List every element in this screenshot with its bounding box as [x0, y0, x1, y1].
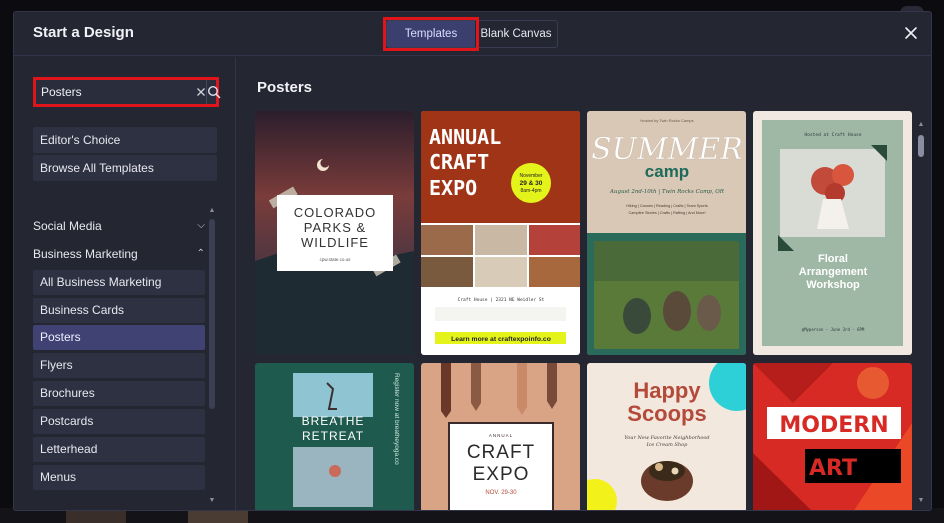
category-business-marketing[interactable]: Business Marketing ⌃ [33, 242, 205, 266]
poster-text: Scoops [627, 401, 706, 426]
poster-text: Arrangement [799, 266, 868, 278]
scroll-down-icon[interactable]: ▼ [916, 497, 926, 504]
poster-text: 29 & 30 [520, 180, 543, 187]
poster-text: Floral [818, 253, 848, 265]
poster-text: ANNUAL [489, 433, 513, 438]
template-card-craft-expo-2[interactable]: ANNUAL CRAFT EXPO NOV. 29-30 [421, 363, 580, 510]
scroll-up-icon[interactable]: ▲ [208, 207, 216, 214]
template-card-happy-scoops[interactable]: Happy Scoops Your New Favorite Neighborh… [587, 363, 746, 510]
sidebar-item-business-cards[interactable]: Business Cards [33, 298, 205, 323]
clear-icon[interactable] [196, 80, 206, 104]
poster-text: COLORADO [294, 205, 376, 220]
sidebar-scrollbar[interactable]: ▲ ▼ [208, 207, 216, 509]
poster-text: @Myperson - June 3rd - 6PM [802, 327, 865, 332]
poster-text: Ice Cream Shop [646, 442, 688, 448]
template-card-colorado[interactable]: COLORADO PARKS & WILDLIFE cpw.state.co.u… [255, 111, 414, 355]
tab-group: Templates Blank Canvas [383, 17, 558, 51]
template-card-breathe[interactable]: BREATHE RETREAT Register now at breathey… [255, 363, 414, 510]
poster-text: ANNUAL [429, 125, 501, 149]
poster-text: WILDLIFE [301, 235, 369, 250]
modal-title: Start a Design [33, 24, 134, 41]
category-label: Social Media [33, 219, 102, 233]
close-icon[interactable] [903, 25, 919, 41]
sidebar-item-postcards[interactable]: Postcards [33, 409, 205, 434]
poster-text: cpw.state.co.us [320, 257, 352, 262]
craft-expo-poster: ANNUAL CRAFT EXPO November 29 & 30 8am-4… [421, 111, 580, 355]
poster-text: Register now at breatheyoga.co [393, 373, 400, 465]
editors-choice-button[interactable]: Editor's Choice [33, 127, 217, 153]
poster-text: Hosted at Craft House [805, 132, 862, 138]
poster-text: November [519, 173, 542, 179]
poster-text: camp [645, 162, 689, 181]
tab-templates[interactable]: Templates [383, 17, 479, 51]
poster-text: EXPO [429, 176, 477, 200]
template-card-modern-art[interactable]: MODERN ART [753, 363, 912, 510]
poster-text: 8am-4pm [520, 188, 541, 194]
sidebar-item-posters[interactable]: Posters [33, 325, 205, 350]
modern-art-poster: MODERN ART [753, 363, 912, 510]
template-gallery: Posters COLORADO PARKS & WILDLIFE cpw.st… [237, 57, 931, 510]
poster-text: Workshop [806, 279, 860, 291]
happy-scoops-poster: Happy Scoops Your New Favorite Neighborh… [587, 363, 746, 510]
template-card-floral[interactable]: Hosted at Craft House Floral Arrangement… [753, 111, 912, 355]
search-box [33, 77, 221, 107]
scrollbar-thumb[interactable] [918, 135, 924, 157]
poster-text: PARKS & [304, 220, 366, 235]
scroll-down-icon[interactable]: ▼ [208, 497, 216, 504]
browse-all-templates-button[interactable]: Browse All Templates [33, 155, 217, 181]
scrollbar-thumb[interactable] [209, 219, 215, 409]
chevron-down-icon: ⌵ [197, 220, 205, 231]
search-icon[interactable] [206, 80, 221, 104]
tab-blank-canvas[interactable]: Blank Canvas [475, 21, 557, 47]
poster-text: RETREAT [302, 429, 364, 443]
category-label: Business Marketing [33, 247, 138, 261]
summer-camp-poster: Hosted by Twin Rocks Camps SUMMER camp A… [587, 111, 746, 355]
poster-text: Campfire Stories | Crafts | Rafting | An… [628, 211, 705, 215]
poster-text: MODERN [779, 413, 888, 438]
poster-text: Craft House | 2321 NE Weidler St [458, 297, 545, 303]
gallery-title: Posters [257, 79, 313, 96]
poster-text: Your New Favorite Neighborhood [624, 435, 709, 441]
template-card-craft-expo[interactable]: ANNUAL CRAFT EXPO November 29 & 30 8am-4… [421, 111, 580, 355]
floral-poster: Hosted at Craft House Floral Arrangement… [753, 111, 912, 355]
scroll-up-icon[interactable]: ▲ [916, 121, 926, 128]
colorado-poster: COLORADO PARKS & WILDLIFE cpw.state.co.u… [255, 111, 414, 355]
poster-text: BREATHE [302, 414, 365, 428]
start-design-modal: Start a Design Templates Blank Canvas Ed… [13, 11, 932, 511]
chevron-up-icon: ⌃ [196, 248, 205, 259]
sidebar-item-flyers[interactable]: Flyers [33, 353, 205, 378]
poster-text: EXPO [473, 464, 530, 485]
craft-expo-2-poster: ANNUAL CRAFT EXPO NOV. 29-30 [421, 363, 580, 510]
poster-text: NOV. 29-30 [485, 490, 517, 496]
poster-text: Hosted by Twin Rocks Camps [640, 118, 693, 123]
poster-text: CRAFT [429, 150, 489, 174]
search-input[interactable] [36, 80, 196, 104]
poster-text: Happy [633, 378, 701, 403]
poster-text: CRAFT [467, 442, 535, 463]
gallery-scrollbar[interactable]: ▲ ▼ [916, 121, 926, 505]
poster-text: Learn more at craftexpoinfo.co [451, 336, 551, 343]
category-social-media[interactable]: Social Media ⌵ [33, 214, 205, 238]
sidebar: Editor's Choice Browse All Templates Soc… [14, 57, 236, 510]
sidebar-item-menus[interactable]: Menus [33, 465, 205, 490]
modal-header: Start a Design Templates Blank Canvas [14, 12, 931, 56]
sidebar-item-letterhead[interactable]: Letterhead [33, 437, 205, 462]
poster-text: August 2nd-10th | Twin Rocks Camp, OR [609, 189, 724, 195]
poster-text: ART [809, 456, 857, 481]
template-card-summer-camp[interactable]: Hosted by Twin Rocks Camps SUMMER camp A… [587, 111, 746, 355]
sidebar-item-brochures[interactable]: Brochures [33, 381, 205, 406]
sidebar-item-all-business-marketing[interactable]: All Business Marketing [33, 270, 205, 295]
breathe-poster: BREATHE RETREAT Register now at breathey… [255, 363, 414, 510]
poster-text: Hiking | Canoes | Reading | Crafts | Tea… [626, 204, 708, 208]
